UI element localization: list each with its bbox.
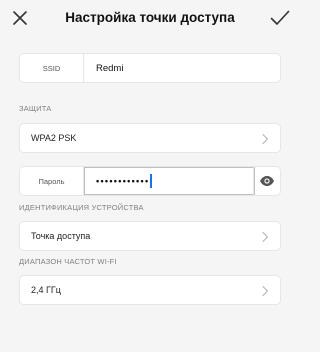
- text-caret: [150, 174, 153, 188]
- ssid-label: SSID: [20, 54, 84, 82]
- password-input[interactable]: ••••••••••••: [84, 167, 255, 195]
- device-id-value: Точка доступа: [31, 231, 91, 241]
- checkmark-icon: [270, 10, 290, 25]
- password-value: ••••••••••••: [96, 176, 150, 186]
- eye-icon: [260, 176, 274, 186]
- band-select[interactable]: 2,4 ГГц: [19, 275, 281, 305]
- page-title: Настройка точки доступа: [65, 10, 235, 25]
- device-id-select[interactable]: Точка доступа: [19, 221, 281, 251]
- confirm-button[interactable]: [266, 4, 294, 32]
- chevron-right-icon: [262, 133, 269, 145]
- chevron-right-icon: [262, 231, 269, 243]
- password-field: Пароль ••••••••••••: [19, 166, 281, 196]
- show-password-button[interactable]: [253, 167, 280, 195]
- ssid-input[interactable]: Redmi: [96, 54, 123, 82]
- security-select[interactable]: WPA2 PSK: [19, 123, 281, 153]
- device-id-section-label: ИДЕНТИФИКАЦИЯ УСТРОЙСТВА: [19, 203, 144, 212]
- security-value: WPA2 PSK: [31, 133, 77, 143]
- top-bar: Настройка точки доступа: [0, 0, 300, 36]
- close-icon: [13, 11, 27, 25]
- ssid-field[interactable]: SSID Redmi: [19, 53, 281, 83]
- band-value: 2,4 ГГц: [31, 285, 61, 295]
- band-section-label: ДИАПАЗОН ЧАСТОТ WI-FI: [19, 257, 117, 266]
- close-button[interactable]: [6, 4, 34, 32]
- password-label: Пароль: [20, 167, 84, 195]
- chevron-right-icon: [262, 285, 269, 297]
- security-section-label: ЗАЩИТА: [19, 104, 52, 113]
